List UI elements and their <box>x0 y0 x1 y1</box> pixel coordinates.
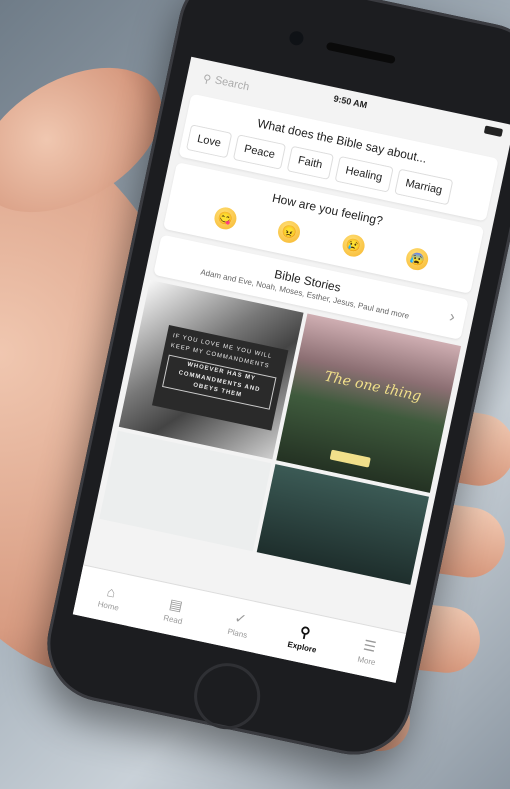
tab-label: Home <box>97 598 120 613</box>
yum-face-icon[interactable]: 😋 <box>212 205 239 232</box>
tab-label: Read <box>162 613 184 627</box>
tab-explore[interactable]: ⚲ Explore <box>266 607 341 670</box>
tab-home[interactable]: ⌂ Home <box>73 565 148 628</box>
verse-image-caption <box>133 454 250 479</box>
search-icon: ⚲ <box>201 72 213 86</box>
tab-read[interactable]: ▤ Read <box>137 579 212 642</box>
tab-more[interactable]: ☰ More <box>331 620 406 683</box>
topic-chip-marriage[interactable]: Marriag <box>394 168 454 206</box>
topic-chip-peace[interactable]: Peace <box>232 134 287 170</box>
explore-content: What does the Bible say about... Love Pe… <box>93 86 507 586</box>
angry-face-icon[interactable]: 😠 <box>276 218 303 246</box>
verse-image-text: If you love me you will keep my commandm… <box>151 324 289 431</box>
verse-image-tile[interactable]: The one thing <box>276 313 462 493</box>
tab-label: Plans <box>226 626 249 640</box>
book-icon: ▤ <box>167 595 185 614</box>
crying-face-icon[interactable]: 😢 <box>340 232 367 259</box>
topic-chip-healing[interactable]: Healing <box>334 155 394 193</box>
tab-label: More <box>356 654 377 668</box>
topic-chip-love[interactable]: Love <box>185 124 233 159</box>
anxious-face-icon[interactable]: 😰 <box>404 246 431 273</box>
tab-plans[interactable]: ✓ Plans <box>202 593 277 656</box>
tab-label: Explore <box>286 639 318 655</box>
chevron-right-icon: › <box>447 307 457 326</box>
topic-chip-faith[interactable]: Faith <box>286 145 334 180</box>
check-icon: ✓ <box>233 609 249 628</box>
menu-icon: ☰ <box>361 636 378 655</box>
home-icon: ⌂ <box>105 582 118 601</box>
verse-image-pill <box>329 449 371 468</box>
battery-icon <box>483 125 504 137</box>
status-time: 9:50 AM <box>332 93 369 111</box>
search-placeholder: Search <box>213 74 251 94</box>
verse-image-heading: The one thing <box>323 368 423 405</box>
verse-image-tile[interactable]: If you love me you will keep my commandm… <box>118 280 304 460</box>
earpiece-speaker <box>325 41 396 65</box>
search-icon: ⚲ <box>298 623 312 641</box>
front-camera <box>288 29 305 47</box>
home-button[interactable] <box>188 657 267 736</box>
